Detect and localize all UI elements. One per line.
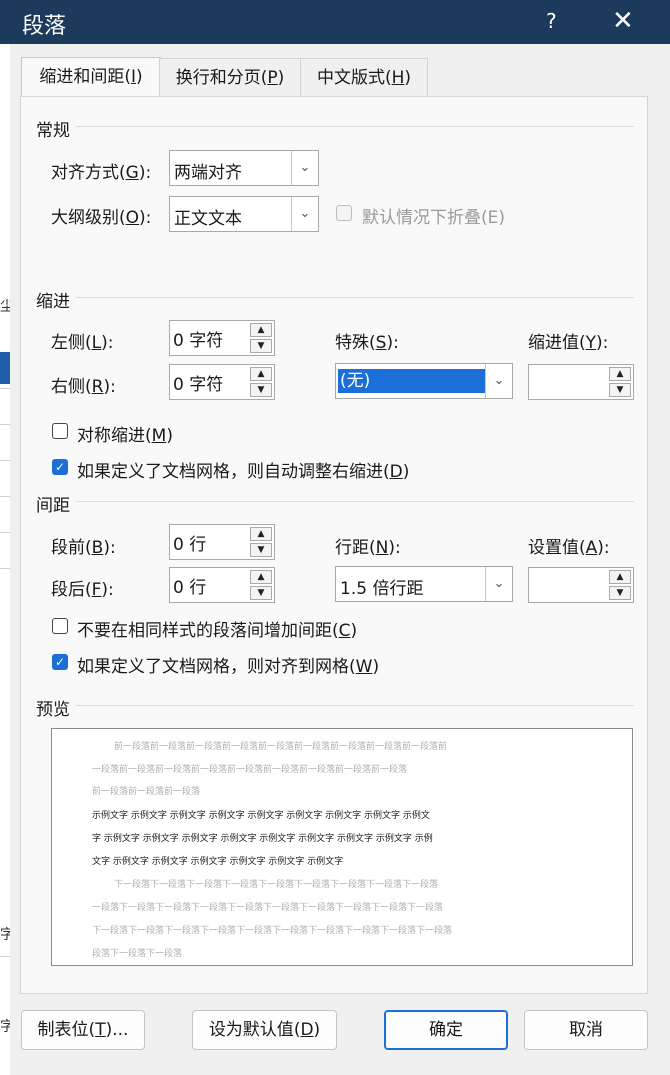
preview-line: 前一段落前一段落前一段落前一段落前一段落前一段落前一段落前一段落前一段落前 (114, 742, 448, 752)
divider (76, 501, 634, 502)
no-space-checkbox[interactable] (52, 618, 68, 634)
chevron-down-icon: ⌄ (291, 197, 318, 231)
group-title-spacing: 间距 (36, 496, 70, 516)
preview-line: 前一段落前一段落前一段落 (92, 787, 201, 797)
preview-line: 字 示例文字 示例文字 示例文字 示例文字 示例文字 示例文字 示例文字 示例文… (92, 834, 433, 844)
background-line (0, 956, 10, 957)
tab-label: 中文版式 (316, 68, 385, 88)
ok-button[interactable]: 确定 (384, 1010, 508, 1050)
preview-line: 文字 示例文字 示例文字 示例文字 示例文字 示例文字 示例文字 (92, 857, 344, 867)
spacing-at-label: 设置值(A): (528, 538, 610, 558)
indent-right-label: 右侧(R): (51, 377, 116, 397)
line-spacing-value: 1.5 倍行距 (340, 579, 424, 599)
special-label: 特殊(S): (335, 333, 399, 353)
spin-up-icon[interactable]: ▲ (609, 570, 631, 584)
preview-line: 示例文字 示例文字 示例文字 示例文字 示例文字 示例文字 示例文字 示例文字 … (92, 811, 430, 821)
help-button[interactable]: ? (546, 9, 557, 33)
spacing-before-label: 段前(B): (51, 538, 116, 558)
group-title-general: 常规 (36, 121, 70, 141)
tab-accel: P (267, 68, 278, 88)
no-space-label: 不要在相同样式的段落间增加间距(C) (77, 621, 358, 641)
divider (76, 126, 634, 127)
auto-adjust-label: 如果定义了文档网格，则自动调整右缩进(D) (77, 462, 410, 482)
tab-label: 缩进和间距 (39, 67, 125, 87)
indent-left-spinner[interactable]: 0 字符 ▲ ▼ (169, 320, 275, 356)
indent-by-spinner[interactable]: ▲ ▼ (528, 364, 634, 400)
tab-label: 换行和分页 (175, 68, 261, 88)
spin-up-icon[interactable]: ▲ (250, 527, 272, 541)
special-select[interactable]: (无) ⌄ (335, 363, 513, 399)
outline-select[interactable]: 正文文本 ⌄ (169, 196, 319, 232)
title-bar: 段落 ? ✕ (0, 0, 670, 44)
spin-up-icon[interactable]: ▲ (250, 323, 272, 337)
mirror-indent-label: 对称缩进(M) (77, 426, 173, 446)
dialog-title: 段落 (22, 14, 67, 39)
spacing-before-spinner[interactable]: 0 行 ▲ ▼ (169, 524, 275, 560)
collapse-checkbox[interactable] (336, 205, 352, 221)
preview-line: 下一段落下一段落下一段落下一段落下一段落下一段落下一段落下一段落下一段落下一段落 (92, 926, 453, 936)
background-selection-highlight (0, 352, 10, 384)
tab-accel: I (130, 67, 136, 87)
spin-down-icon[interactable]: ▼ (609, 586, 631, 600)
line-spacing-select[interactable]: 1.5 倍行距 ⌄ (335, 566, 513, 602)
chevron-down-icon: ⌄ (291, 151, 318, 185)
divider (76, 297, 634, 298)
background-line (0, 460, 10, 461)
indent-right-value: 0 字符 (173, 375, 224, 395)
spin-up-icon[interactable]: ▲ (609, 367, 631, 381)
group-title-preview: 预览 (36, 700, 70, 720)
background-window-edge: 尘 字 字 (0, 44, 14, 1075)
spacing-after-spinner[interactable]: 0 行 ▲ ▼ (169, 567, 275, 603)
tab-line-page-breaks[interactable]: 换行和分页(P) (159, 58, 301, 97)
spacing-after-label: 段后(F): (51, 580, 114, 600)
spin-down-icon[interactable]: ▼ (250, 383, 272, 397)
preview-line: 段落下一段落下一段落 (92, 949, 183, 959)
alignment-label: 对齐方式(G): (51, 163, 152, 183)
background-line (0, 568, 10, 569)
spacing-after-value: 0 行 (173, 578, 207, 598)
chevron-down-icon: ⌄ (485, 364, 512, 398)
preview-box: 前一段落前一段落前一段落前一段落前一段落前一段落前一段落前一段落前一段落前 一段… (51, 728, 633, 966)
outline-label: 大纲级别(O): (51, 208, 152, 228)
preview-line: 一段落下一段落下一段落下一段落下一段落下一段落下一段落下一段落下一段落下一段落 (92, 903, 444, 913)
snap-grid-label: 如果定义了文档网格，则对齐到网格(W) (77, 657, 380, 677)
alignment-value: 两端对齐 (174, 163, 242, 183)
group-title-indent: 缩进 (36, 292, 70, 312)
spin-down-icon[interactable]: ▼ (609, 383, 631, 397)
spin-up-icon[interactable]: ▲ (250, 570, 272, 584)
snap-grid-checkbox[interactable]: ✓ (52, 654, 68, 670)
indent-by-label: 缩进值(Y): (528, 333, 609, 353)
indent-left-value: 0 字符 (173, 331, 224, 351)
preview-line: 一段落前一段落前一段落前一段落前一段落前一段落前一段落前一段落前一段落 (92, 765, 408, 775)
tab-accel: H (391, 68, 405, 88)
mirror-indent-checkbox[interactable] (52, 423, 68, 439)
background-line (0, 532, 10, 533)
special-value: (无) (338, 369, 486, 393)
spin-down-icon[interactable]: ▼ (250, 586, 272, 600)
close-button[interactable]: ✕ (612, 6, 634, 36)
spin-up-icon[interactable]: ▲ (250, 367, 272, 381)
background-line (0, 424, 10, 425)
preview-line: 下一段落下一段落下一段落下一段落下一段落下一段落下一段落下一段落下一段落 (114, 880, 439, 890)
chevron-down-icon: ⌄ (485, 567, 512, 601)
divider (76, 705, 634, 706)
indent-right-spinner[interactable]: 0 字符 ▲ ▼ (169, 364, 275, 400)
tab-asian-typography[interactable]: 中文版式(H) (300, 58, 428, 97)
background-line (0, 388, 10, 389)
background-line (0, 496, 10, 497)
line-spacing-label: 行距(N): (335, 538, 401, 558)
alignment-select[interactable]: 两端对齐 ⌄ (169, 150, 319, 186)
tab-indents-spacing[interactable]: 缩进和间距(I) (21, 57, 161, 98)
cancel-button[interactable]: 取消 (524, 1010, 648, 1050)
spacing-before-value: 0 行 (173, 535, 207, 555)
spin-down-icon[interactable]: ▼ (250, 543, 272, 557)
spacing-at-spinner[interactable]: ▲ ▼ (528, 567, 634, 603)
tabs-button[interactable]: 制表位(T)... (21, 1010, 145, 1050)
auto-adjust-checkbox[interactable]: ✓ (52, 459, 68, 475)
spin-down-icon[interactable]: ▼ (250, 339, 272, 353)
indent-left-label: 左侧(L): (51, 333, 114, 353)
outline-value: 正文文本 (174, 209, 242, 229)
set-default-button[interactable]: 设为默认值(D) (192, 1010, 337, 1050)
collapse-label: 默认情况下折叠(E) (362, 208, 506, 228)
